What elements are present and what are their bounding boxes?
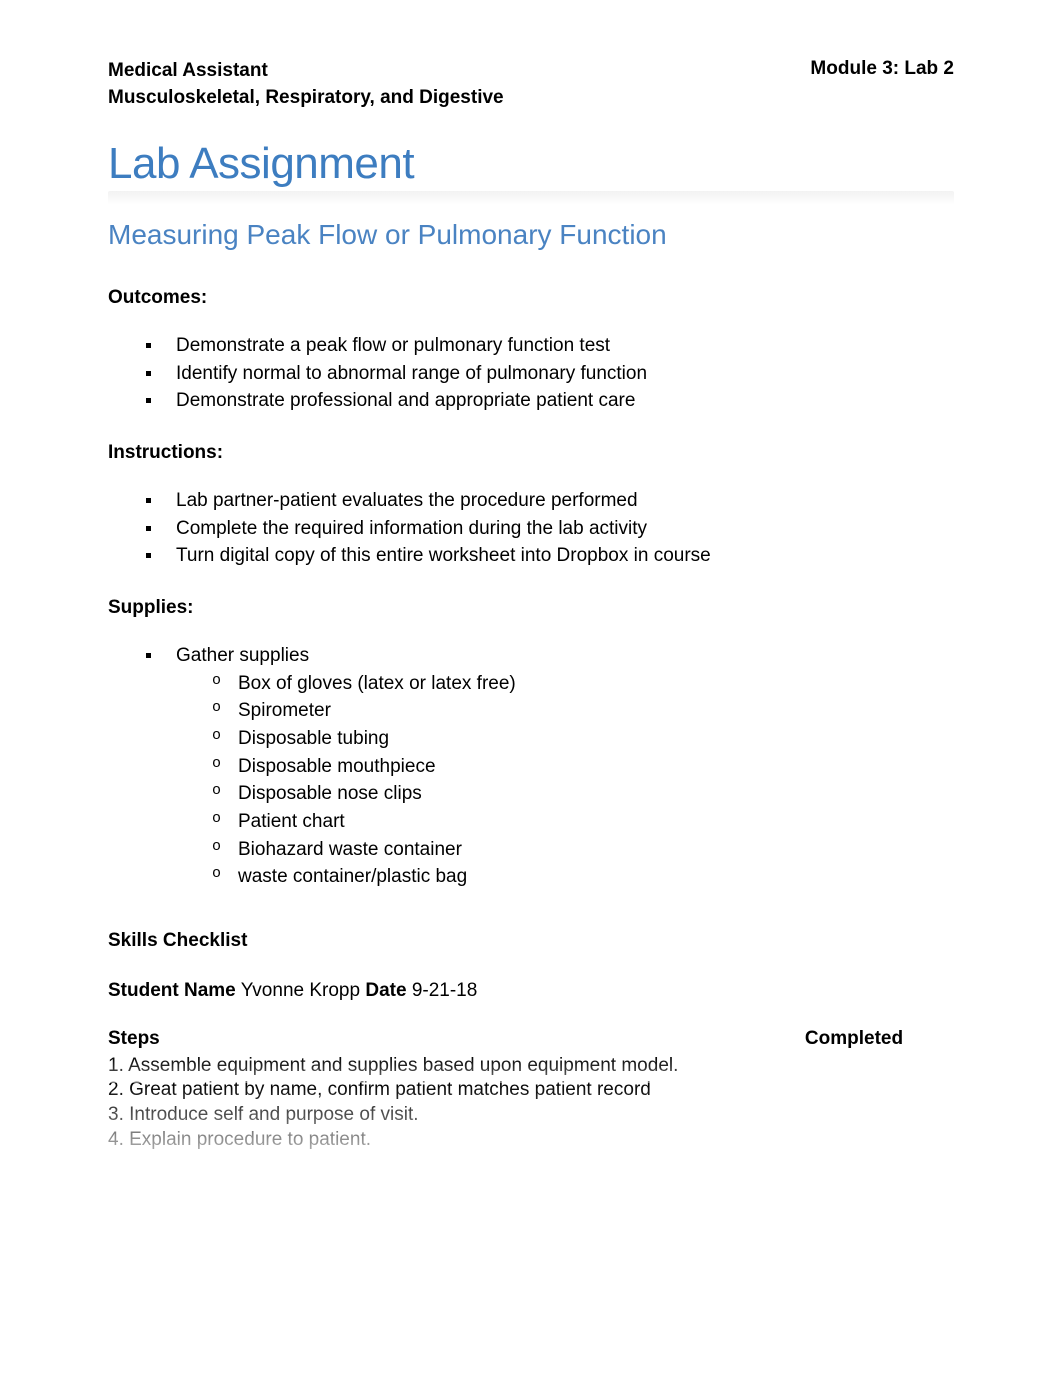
list-item: Disposable nose clips (226, 781, 954, 807)
list-item: Patient chart (226, 809, 954, 835)
list-item: Demonstrate professional and appropriate… (158, 388, 954, 414)
list-item: Biohazard waste container (226, 837, 954, 863)
student-name-label: Student Name (108, 980, 236, 1001)
list-item: Spirometer (226, 698, 954, 724)
supplies-list: Gather supplies Box of gloves (latex or … (108, 643, 954, 890)
col-header-steps: Steps (108, 1028, 754, 1050)
checklist-table: Steps Completed 1. Assemble equipment an… (108, 1024, 954, 1153)
title-divider (108, 191, 954, 205)
list-item: Box of gloves (latex or latex free) (226, 671, 954, 697)
table-row: 1. Assemble equipment and supplies based… (108, 1054, 954, 1079)
date-value: 9-21-18 (412, 980, 478, 1001)
outcomes-label: Outcomes: (108, 287, 954, 309)
instructions-label: Instructions: (108, 442, 954, 464)
completed-cell (754, 1128, 954, 1153)
step-text: 4. Explain procedure to patient. (108, 1128, 754, 1153)
list-item: Turn digital copy of this entire workshe… (158, 543, 954, 569)
table-row: 2. Great patient by name, confirm patien… (108, 1078, 954, 1103)
list-item: Disposable tubing (226, 726, 954, 752)
list-item: waste container/plastic bag (226, 864, 954, 890)
list-item: Disposable mouthpiece (226, 754, 954, 780)
step-text: 1. Assemble equipment and supplies based… (108, 1054, 754, 1079)
header-left: Medical Assistant Musculoskeletal, Respi… (108, 58, 504, 111)
supplies-sublist: Box of gloves (latex or latex free) Spir… (176, 671, 954, 890)
supplies-item-label: Gather supplies (176, 645, 309, 666)
page-subtitle: Measuring Peak Flow or Pulmonary Functio… (108, 219, 954, 251)
outcomes-list: Demonstrate a peak flow or pulmonary fun… (108, 333, 954, 414)
supplies-label: Supplies: (108, 597, 954, 619)
skills-checklist-label: Skills Checklist (108, 930, 954, 952)
table-header-row: Steps Completed (108, 1024, 954, 1054)
table-row: 4. Explain procedure to patient. (108, 1128, 954, 1153)
list-item: Demonstrate a peak flow or pulmonary fun… (158, 333, 954, 359)
table-row: 3. Introduce self and purpose of visit. (108, 1103, 954, 1128)
instructions-list: Lab partner-patient evaluates the proced… (108, 488, 954, 569)
date-label: Date (365, 980, 406, 1001)
completed-cell (754, 1078, 954, 1103)
course-subtitle: Musculoskeletal, Respiratory, and Digest… (108, 85, 504, 112)
module-label: Module 3: Lab 2 (810, 58, 954, 111)
list-item: Lab partner-patient evaluates the proced… (158, 488, 954, 514)
list-item: Gather supplies Box of gloves (latex or … (158, 643, 954, 890)
step-text: 3. Introduce self and purpose of visit. (108, 1103, 754, 1128)
list-item: Identify normal to abnormal range of pul… (158, 361, 954, 387)
course-title: Medical Assistant (108, 58, 504, 85)
student-name-value: Yvonne Kropp (241, 980, 360, 1001)
student-info-row: Student Name Yvonne Kropp Date 9-21-18 (108, 980, 954, 1002)
col-header-completed: Completed (754, 1028, 954, 1050)
list-item: Complete the required information during… (158, 516, 954, 542)
document-header: Medical Assistant Musculoskeletal, Respi… (108, 58, 954, 111)
completed-cell (754, 1103, 954, 1128)
page-title: Lab Assignment (108, 139, 954, 189)
step-text: 2. Great patient by name, confirm patien… (108, 1078, 754, 1103)
completed-cell (754, 1054, 954, 1079)
